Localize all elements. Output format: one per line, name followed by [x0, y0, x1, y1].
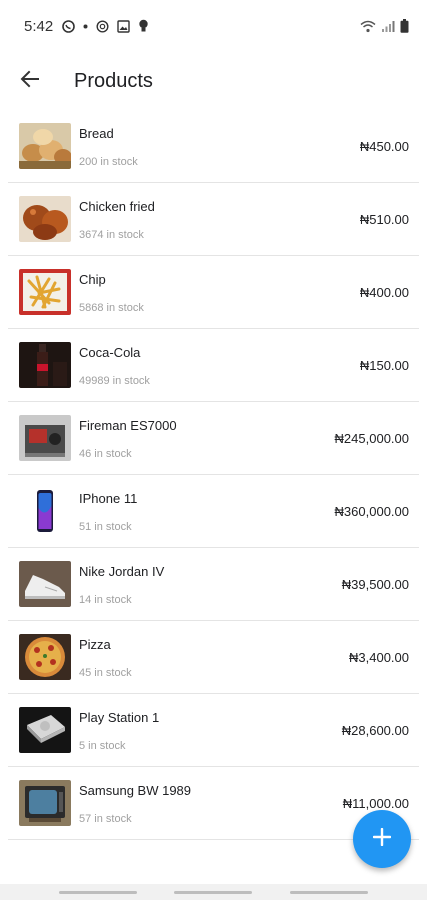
tv-image [19, 780, 71, 826]
product-price: ₦245,000.00 [334, 431, 409, 446]
product-price: ₦28,600.00 [341, 723, 409, 738]
page-title: Products [74, 69, 153, 92]
product-list: Bread 200 in stock ₦450.00 Chicken fried… [0, 110, 427, 840]
product-price: ₦510.00 [359, 212, 409, 227]
status-time: 5:42 [24, 17, 54, 35]
whatsapp-icon [62, 19, 76, 33]
nav-recents-handle[interactable] [58, 890, 137, 894]
product-stock: 5868 in stock [79, 302, 144, 314]
product-row[interactable]: Chip 5868 in stock ₦400.00 [8, 256, 419, 329]
product-row[interactable]: Pizza 45 in stock ₦3,400.00 [8, 621, 419, 694]
chicken-image [19, 196, 71, 242]
product-price: ₦150.00 [359, 358, 409, 373]
product-row[interactable]: Chicken fried 3674 in stock ₦510.00 [8, 183, 419, 256]
product-price: ₦450.00 [359, 139, 409, 154]
battery-icon [400, 19, 409, 33]
product-row[interactable]: Bread 200 in stock ₦450.00 [8, 110, 419, 183]
product-name: IPhone 11 [79, 491, 138, 506]
product-stock: 49989 in stock [79, 375, 150, 387]
wifi-icon [360, 20, 376, 33]
product-row[interactable]: Nike Jordan IV 14 in stock ₦39,500.00 [8, 548, 419, 621]
signal-icon [381, 20, 395, 33]
product-stock: 57 in stock [79, 813, 132, 825]
product-name: Bread [79, 126, 114, 141]
arrow-back-icon [20, 69, 40, 94]
playstation-image [19, 707, 71, 753]
product-stock: 46 in stock [79, 448, 132, 460]
status-bar: 5:42 [0, 0, 427, 52]
product-row[interactable]: Fireman ES7000 46 in stock ₦245,000.00 [8, 402, 419, 475]
nav-home-handle[interactable] [174, 890, 253, 894]
product-stock: 14 in stock [79, 594, 132, 606]
product-price: ₦39,500.00 [341, 577, 409, 592]
product-stock: 5 in stock [79, 740, 126, 752]
sneaker-image [19, 561, 71, 607]
product-price: ₦3,400.00 [349, 650, 409, 665]
bulb-icon [138, 19, 149, 33]
product-row[interactable]: Play Station 1 5 in stock ₦28,600.00 [8, 694, 419, 767]
product-name: Play Station 1 [79, 710, 160, 725]
product-row[interactable]: Coca-Cola 49989 in stock ₦150.00 [8, 329, 419, 402]
product-stock: 3674 in stock [79, 229, 144, 241]
app-bar: Products [0, 52, 427, 110]
back-button[interactable] [6, 57, 54, 105]
gallery-icon [117, 19, 130, 33]
system-nav-bar [0, 884, 427, 900]
chips-image [19, 269, 71, 315]
product-stock: 200 in stock [79, 156, 138, 168]
product-name: Chicken fried [79, 199, 155, 214]
product-stock: 51 in stock [79, 521, 132, 533]
sync-icon [96, 19, 109, 33]
nav-back-handle[interactable] [290, 890, 369, 894]
status-left: 5:42 [24, 18, 149, 35]
product-name: Chip [79, 272, 106, 287]
dot-icon [83, 24, 88, 29]
add-product-button[interactable] [353, 810, 411, 868]
generator-image [19, 415, 71, 461]
product-price: ₦400.00 [359, 285, 409, 300]
system-icons [360, 19, 409, 33]
product-stock: 45 in stock [79, 667, 132, 679]
iphone-image [19, 488, 71, 534]
product-price: ₦360,000.00 [334, 504, 409, 519]
product-name: Coca-Cola [79, 345, 141, 360]
bread-image [19, 123, 71, 169]
plus-icon [372, 827, 392, 851]
product-price: ₦11,000.00 [342, 796, 409, 811]
product-name: Fireman ES7000 [79, 418, 177, 433]
coca-cola-image [19, 342, 71, 388]
product-row[interactable]: IPhone 11 51 in stock ₦360,000.00 [8, 475, 419, 548]
notification-icons [62, 19, 149, 33]
product-name: Pizza [79, 637, 111, 652]
product-name: Samsung BW 1989 [79, 783, 192, 798]
product-name: Nike Jordan IV [79, 564, 165, 579]
pizza-image [19, 634, 71, 680]
